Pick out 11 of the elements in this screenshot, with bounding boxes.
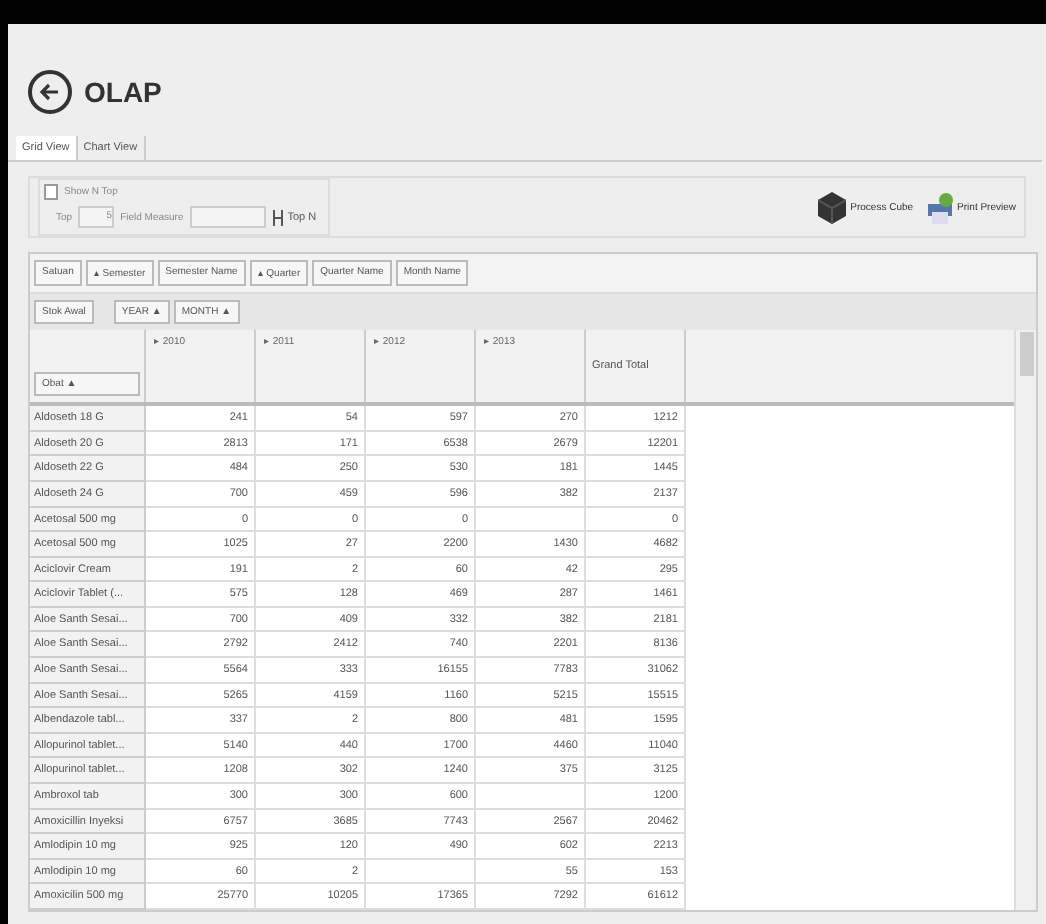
measure-dropdown[interactable] [189, 206, 266, 229]
checkbox[interactable] [44, 184, 58, 201]
table-cell [366, 859, 476, 885]
table-cell [476, 784, 586, 810]
cube-icon [818, 191, 847, 224]
table-cell [476, 507, 586, 533]
scrollbar[interactable] [1014, 330, 1036, 910]
back-arrow-icon [38, 80, 62, 105]
printer-icon [925, 191, 954, 224]
back-button[interactable] [28, 70, 72, 115]
page-title: OLAP [84, 76, 162, 109]
